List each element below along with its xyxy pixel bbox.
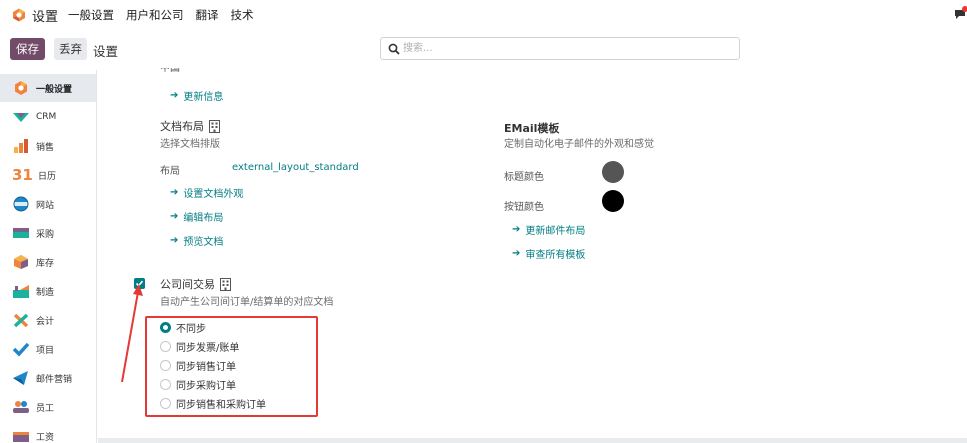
sidebar-label: 一般设置	[36, 84, 73, 95]
settings-app-icon[interactable]	[12, 8, 26, 22]
save-button[interactable]: 保存	[10, 38, 45, 60]
sidebar-label: 邮件营销	[36, 374, 73, 385]
link-label: 预览文档	[183, 237, 224, 248]
sales-icon	[14, 139, 28, 153]
sidebar-item-purchase[interactable]: 采购	[0, 219, 96, 247]
settings-sidebar: 一般设置 CRM 销售 31 日历 网站 采购 库存 制造 会计 项目 邮件营销…	[0, 70, 97, 443]
content-bottom-divider	[98, 438, 967, 443]
arrow-right-icon: ➔	[170, 187, 179, 198]
menu-general-settings[interactable]: 一般设置	[68, 7, 114, 23]
sidebar-item-accounting[interactable]: 会计	[0, 306, 96, 334]
control-panel: 保存 丢弃 设置	[0, 32, 967, 64]
update-info-link[interactable]: ➔ 更新信息	[170, 88, 223, 103]
app-title[interactable]: 设置	[32, 6, 58, 25]
sidebar-label: 制造	[36, 287, 55, 298]
inter-company-title-text: 公司间交易	[160, 278, 215, 291]
header-color-swatch[interactable]	[602, 161, 624, 183]
inter-company-title: 公司间交易	[160, 276, 231, 292]
sidebar-label: 采购	[36, 229, 55, 240]
website-icon	[13, 196, 29, 212]
link-label: 更新邮件布局	[525, 226, 586, 237]
update-mail-layout-link[interactable]: ➔ 更新邮件布局	[512, 222, 585, 237]
sidebar-label: 销售	[36, 142, 55, 153]
sidebar-item-manufacturing[interactable]: 制造	[0, 277, 96, 305]
preview-document-link[interactable]: ➔ 预览文档	[170, 233, 223, 248]
manufacturing-icon	[13, 285, 29, 298]
inventory-icon	[14, 255, 28, 269]
sidebar-item-crm[interactable]: CRM	[0, 103, 96, 131]
button-color-label: 按钮颜色	[504, 202, 544, 213]
arrow-right-icon: ➔	[170, 90, 179, 101]
sidebar-item-calendar[interactable]: 31 日历	[0, 161, 96, 189]
menu-translations[interactable]: 翻译	[196, 7, 219, 23]
sidebar-label: 项目	[36, 345, 55, 356]
update-info-label: 更新信息	[183, 92, 224, 103]
country-value: 中国	[160, 68, 180, 74]
discard-button[interactable]: 丢弃	[54, 38, 87, 60]
edit-layout-link[interactable]: ➔ 编辑布局	[170, 209, 223, 224]
payroll-icon	[13, 432, 29, 442]
search-box[interactable]	[380, 37, 740, 60]
email-templates-desc: 定制自动化电子邮件的外观和感觉	[504, 139, 654, 150]
crm-icon	[13, 113, 29, 122]
sidebar-label: 库存	[36, 258, 55, 269]
accounting-icon	[13, 313, 29, 328]
project-icon	[12, 342, 30, 357]
sidebar-label: 工资	[36, 432, 55, 443]
link-label: 设置文档外观	[183, 189, 244, 200]
configure-document-layout-link[interactable]: ➔ 设置文档外观	[170, 185, 243, 200]
document-layout-desc: 选择文档排版	[160, 139, 220, 150]
employees-icon	[13, 401, 29, 413]
sidebar-item-website[interactable]: 网站	[0, 190, 96, 218]
inter-company-desc: 自动产生公司间订单/结算单的对应文档	[160, 297, 334, 308]
layout-value[interactable]: external_layout_standard	[232, 162, 359, 173]
link-label: 编辑布局	[183, 213, 224, 224]
top-navbar: 设置 一般设置 用户和公司 翻译 技术	[0, 0, 967, 30]
sidebar-label: 网站	[36, 200, 55, 211]
sidebar-item-project[interactable]: 项目	[0, 335, 96, 363]
search-input[interactable]	[403, 41, 723, 56]
calendar-icon: 31	[12, 166, 33, 184]
sidebar-label: 日历	[38, 171, 57, 182]
annotation-arrow-icon	[121, 284, 143, 383]
sidebar-item-inventory[interactable]: 库存	[0, 248, 96, 276]
review-all-templates-link[interactable]: ➔ 审查所有模板	[512, 246, 585, 261]
company-building-icon	[209, 119, 220, 133]
header-color-label: 标题颜色	[504, 172, 544, 183]
chat-icon[interactable]	[953, 6, 967, 22]
sidebar-item-employees[interactable]: 员工	[0, 393, 96, 421]
sidebar-label: 会计	[36, 316, 55, 327]
arrow-right-icon: ➔	[512, 224, 521, 235]
settings-icon	[15, 81, 27, 95]
sidebar-item-payroll[interactable]: 工资	[0, 422, 96, 443]
email-templates-title: EMail模板	[504, 122, 560, 135]
arrow-right-icon: ➔	[170, 211, 179, 222]
arrow-right-icon: ➔	[512, 248, 521, 259]
email-marketing-icon	[13, 371, 28, 385]
layout-label: 布局	[160, 166, 180, 177]
document-layout-title: 文档布局	[160, 118, 220, 134]
annotation-highlight-box	[145, 316, 318, 417]
purchase-icon	[13, 228, 29, 238]
sidebar-item-email-marketing[interactable]: 邮件营销	[0, 364, 96, 392]
menu-technical[interactable]: 技术	[231, 7, 254, 23]
search-icon	[388, 43, 400, 55]
sidebar-item-sales[interactable]: 销售	[0, 132, 96, 160]
menu-users-companies[interactable]: 用户和公司	[126, 7, 184, 23]
document-layout-title-text: 文档布局	[160, 120, 204, 133]
arrow-right-icon: ➔	[170, 235, 179, 246]
sidebar-label: CRM	[36, 112, 57, 122]
breadcrumb: 设置	[93, 44, 119, 59]
sidebar-item-general-settings[interactable]: 一般设置	[0, 74, 96, 102]
company-building-icon	[220, 277, 231, 291]
link-label: 审查所有模板	[525, 250, 586, 261]
button-color-swatch[interactable]	[602, 190, 624, 212]
sidebar-label: 员工	[36, 403, 55, 414]
